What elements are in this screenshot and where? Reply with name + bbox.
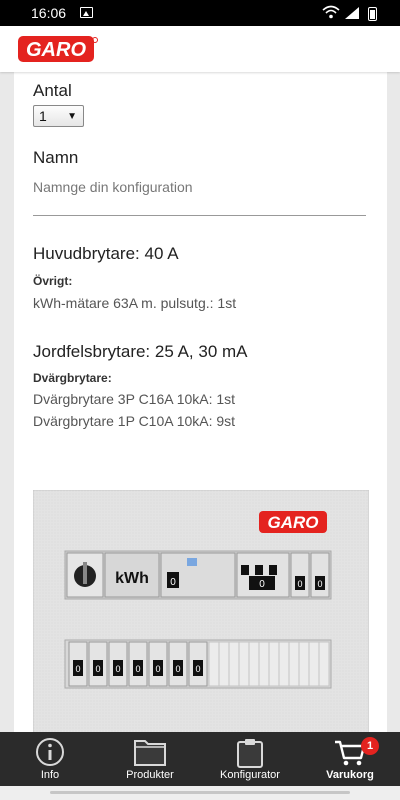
svg-text:0: 0 (135, 664, 140, 674)
garo-logo[interactable]: GARO (18, 36, 98, 62)
mcb-row: 0 0 0 0 0 0 0 (68, 641, 208, 687)
panel-configuration-image: GARO kWh 0 0 0 0 0 0 0 0 0 0 0 (33, 490, 369, 732)
quantity-label: Antal (33, 81, 72, 100)
panel-logo-text: GARO (268, 513, 319, 532)
info-icon (36, 738, 64, 766)
main-breaker-title: Huvudbrytare: 40 A (33, 244, 179, 263)
svg-text:0: 0 (175, 664, 180, 674)
name-label: Namn (33, 148, 79, 167)
image-notification-icon (80, 7, 93, 18)
content-card: Antal 1 ▼ Namn Namnge din konfiguration … (14, 72, 387, 732)
mcb-label: Dvärgbrytare: (33, 371, 112, 385)
other-item: kWh-mätare 63A m. pulsutg.: 1st (33, 295, 237, 311)
quantity-value: 1 (39, 108, 47, 124)
name-input[interactable]: Namnge din konfiguration (33, 179, 366, 195)
gesture-handle[interactable] (50, 791, 350, 794)
bottom-navigation: Info Produkter Konfigurator 1 Varukorg (0, 732, 400, 786)
nav-item-cart[interactable]: 1 Varukorg (300, 732, 400, 786)
quantity-select[interactable]: 1 ▼ (33, 105, 84, 127)
kwh-meter-label: kWh (115, 570, 149, 587)
clipboard-icon (237, 739, 263, 768)
svg-text:0: 0 (170, 577, 176, 588)
mcb-item: Dvärgbrytare 3P C16A 10kA: 1st (33, 391, 236, 407)
nav-label-info: Info (40, 769, 60, 781)
svg-text:0: 0 (95, 664, 100, 674)
gesture-bar (0, 786, 400, 800)
nav-item-configurator[interactable]: Konfigurator (200, 732, 300, 786)
folder-icon (134, 740, 166, 766)
nav-item-info[interactable]: Info (0, 732, 100, 786)
nav-label-cart: Varukorg (326, 769, 374, 781)
svg-text:0: 0 (259, 579, 265, 590)
nav-item-products[interactable]: Produkter (100, 732, 200, 786)
dropdown-arrow-icon: ▼ (67, 111, 77, 122)
svg-text:0: 0 (195, 664, 200, 674)
mcb-item: Dvärgbrytare 1P C10A 10kA: 9st (33, 413, 236, 429)
name-input-underline (33, 215, 366, 216)
battery-icon (368, 7, 377, 21)
logo-text: GARO (26, 39, 86, 61)
wifi-icon (322, 5, 340, 19)
status-time: 16:06 (31, 5, 67, 21)
svg-text:0: 0 (297, 579, 302, 589)
app-header: GARO (0, 26, 400, 72)
svg-text:0: 0 (155, 664, 160, 674)
cart-count-badge: 1 (361, 737, 379, 755)
rcd-title: Jordfelsbrytare: 25 A, 30 mA (33, 342, 248, 361)
svg-text:0: 0 (75, 664, 80, 674)
other-label: Övrigt: (33, 274, 73, 288)
nav-label-products: Produkter (126, 769, 174, 781)
svg-text:0: 0 (115, 664, 120, 674)
signal-icon (345, 7, 359, 19)
status-bar: 16:06 (0, 0, 400, 26)
nav-label-configurator: Konfigurator (220, 769, 280, 781)
svg-text:0: 0 (317, 579, 322, 589)
